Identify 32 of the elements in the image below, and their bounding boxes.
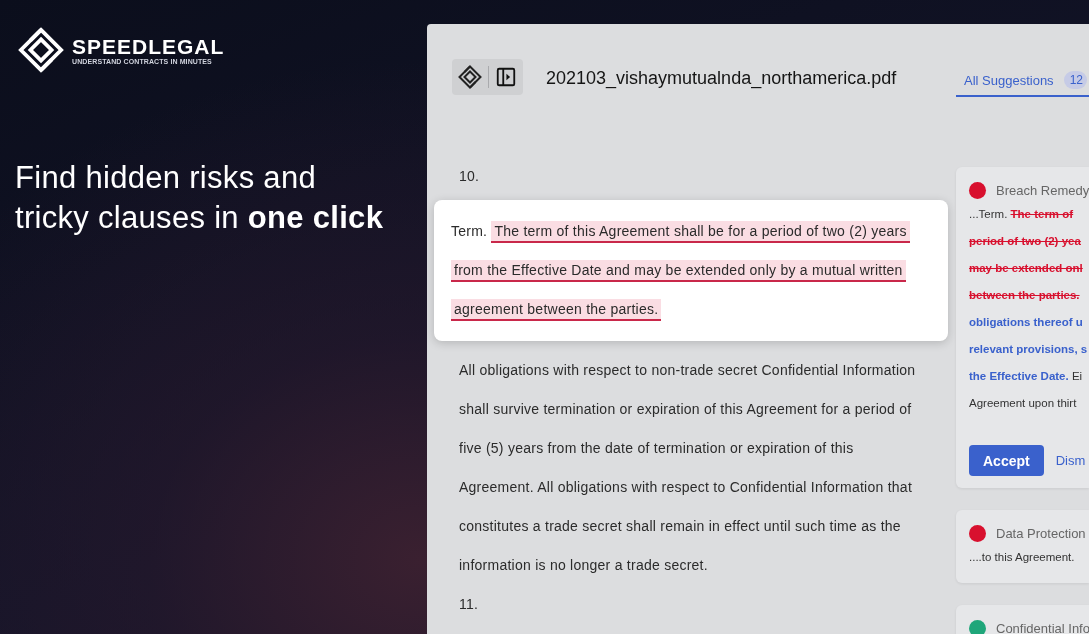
suggestion-text: ...Term. The term of xyxy=(969,207,1075,222)
section-number: 11. xyxy=(459,595,480,614)
suggestion-text: relevant provisions, s xyxy=(969,342,1089,357)
highlighted-clause: Term. The term of this Agreement shall be for a period of two (2) years xyxy=(451,212,931,251)
suggestion-text: may be extended onl xyxy=(969,261,1084,276)
panel-toggle-button[interactable] xyxy=(495,66,517,88)
suggestion-text: the Effective Date. Ei xyxy=(969,369,1084,384)
clause-text: constitutes a trade secret shall remain in effect until such time as the xyxy=(459,517,902,536)
highlighted-clause: agreement between the parties. xyxy=(451,290,931,329)
clause-text: Agreement. All obligations with respect to Confidential Information that xyxy=(459,478,914,497)
suggestion-text: between the parties. xyxy=(969,288,1081,303)
suggestion-title: Data Protection xyxy=(996,525,1086,541)
section-number: 10. xyxy=(459,167,481,186)
logo-icon xyxy=(18,27,64,73)
suggestion-text: obligations thereof u xyxy=(969,315,1084,330)
clause-text: shall survive termination or expiration of this Agreement for a period of xyxy=(459,400,913,419)
logo-button[interactable] xyxy=(458,65,482,89)
accept-button[interactable]: Accept xyxy=(969,445,1044,476)
count-badge: 12 xyxy=(1063,71,1087,89)
clause-text: All obligations with respect to non-trade secret Confidential Information xyxy=(459,361,917,380)
brand-name: SPEEDLEGAL xyxy=(72,35,225,58)
suggestion-text: ....to this Agreement. xyxy=(969,550,1076,565)
file-name: 202103_vishaymutualnda_northamerica.pdf xyxy=(546,68,897,89)
dismiss-button[interactable]: Dism xyxy=(1055,453,1086,468)
suggestions-tab[interactable]: All Suggestions 12 xyxy=(956,71,1089,97)
headline: Find hidden risks and tricky clauses in one click xyxy=(15,159,385,237)
suggestion-text: period of two (2) yea xyxy=(969,234,1082,249)
suggestion-text: Agreement upon thirt xyxy=(969,396,1078,411)
clause-text: five (5) years from the date of termination or expiration of this xyxy=(459,439,855,458)
suggestion-title: Breach Remedy xyxy=(996,182,1089,198)
suggestion-title: Confidential Info xyxy=(996,620,1089,634)
clause-text: information is no longer a trade secret. xyxy=(459,556,709,575)
